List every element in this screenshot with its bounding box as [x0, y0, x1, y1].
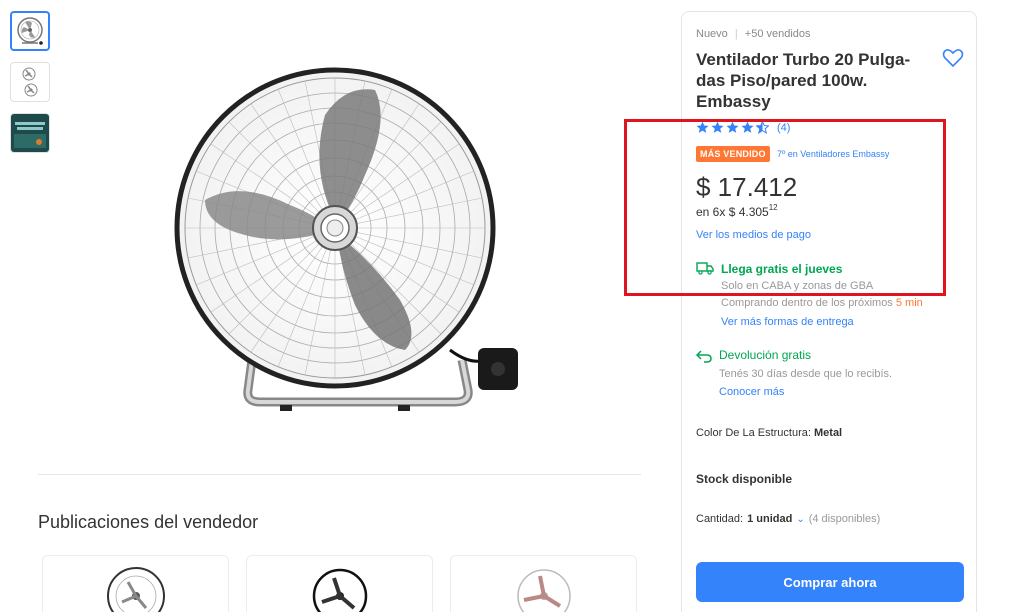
- thumbnail-list: [10, 11, 52, 164]
- condition-sold: Nuevo | +50 vendidos: [696, 28, 811, 40]
- installments-amount: en 6x $ 4.305: [696, 205, 769, 219]
- seller-item-card[interactable]: [450, 555, 637, 612]
- color-label: Color De La Estructura:: [696, 427, 811, 439]
- delivery-options-link[interactable]: Ver más formas de entrega: [721, 316, 854, 328]
- stock-status: Stock disponible: [696, 472, 793, 486]
- star-full-icon: [741, 121, 754, 133]
- sold-count: +50 vendidos: [744, 28, 811, 40]
- thumbnail-promo[interactable]: [10, 113, 50, 153]
- shipping-zone: Solo en CABA y zonas de GBA: [721, 280, 874, 292]
- star-full-icon: [726, 121, 739, 133]
- seller-item-card[interactable]: [42, 555, 229, 612]
- favorite-heart-icon[interactable]: [942, 48, 964, 68]
- star-full-icon: [696, 121, 709, 133]
- seller-publications-title: Publicaciones del vendedor: [38, 512, 259, 532]
- fan-icon: [312, 568, 367, 612]
- star-full-icon: [711, 121, 724, 133]
- quantity-available: (4 disponibles): [808, 513, 881, 525]
- shipping-deadline: Comprando dentro de los próximos 5 min: [721, 297, 923, 309]
- color-value: Metal: [814, 427, 843, 439]
- rating-count[interactable]: (4): [777, 122, 790, 134]
- installments: en 6x $ 4.30512: [696, 203, 778, 219]
- fan-icon: [17, 17, 43, 45]
- section-divider: [38, 474, 641, 475]
- product-main-image[interactable]: [150, 60, 540, 430]
- product-title: Ventilador Turbo 20 Pulga-das Piso/pared…: [696, 50, 911, 111]
- free-return: Devolución gratis: [719, 348, 812, 362]
- shipping-arrival: Llega gratis el jueves: [721, 262, 843, 276]
- promo-image-icon: [11, 114, 49, 152]
- thumbnail-fan-front[interactable]: [10, 11, 50, 51]
- price: $ 17.412: [696, 172, 798, 202]
- fan-icon: [516, 569, 571, 612]
- category-rank-link[interactable]: 7º en Ventiladores Embassy: [777, 149, 889, 159]
- payment-methods-link[interactable]: Ver los medios de pago: [696, 229, 811, 241]
- condition-label: Nuevo: [696, 28, 728, 40]
- chevron-down-icon[interactable]: ⌄: [796, 514, 804, 525]
- buy-now-button[interactable]: Comprar ahora: [696, 562, 964, 602]
- best-seller-badge: MÁS VENDIDO: [696, 146, 770, 162]
- quantity-selector[interactable]: Cantidad: 1 unidad ⌄ (4 disponibles): [696, 513, 880, 525]
- fan-icon: [106, 567, 165, 612]
- seller-item-card[interactable]: [246, 555, 433, 612]
- truck-icon: [696, 262, 714, 275]
- return-period: Tenés 30 días desde que lo recibís.: [719, 368, 893, 380]
- installments-cents: 12: [768, 203, 778, 212]
- quantity-value[interactable]: 1 unidad: [747, 513, 792, 525]
- thumbnail-fan-views[interactable]: [10, 62, 50, 102]
- learn-more-link[interactable]: Conocer más: [719, 386, 784, 398]
- structure-color: Color De La Estructura: Metal: [696, 427, 842, 439]
- star-half-icon: [756, 121, 769, 134]
- quantity-label: Cantidad:: [696, 513, 744, 525]
- purchase-panel: Nuevo | +50 vendidos Ventilador Turbo 20…: [681, 11, 977, 612]
- rating[interactable]: (4): [696, 121, 790, 134]
- shipping-deadline-text: Comprando dentro de los próximos: [721, 297, 893, 309]
- fan-views-icon: [22, 67, 38, 97]
- return-arrow-icon: [696, 350, 712, 363]
- shipping-deadline-time: 5 min: [895, 297, 923, 309]
